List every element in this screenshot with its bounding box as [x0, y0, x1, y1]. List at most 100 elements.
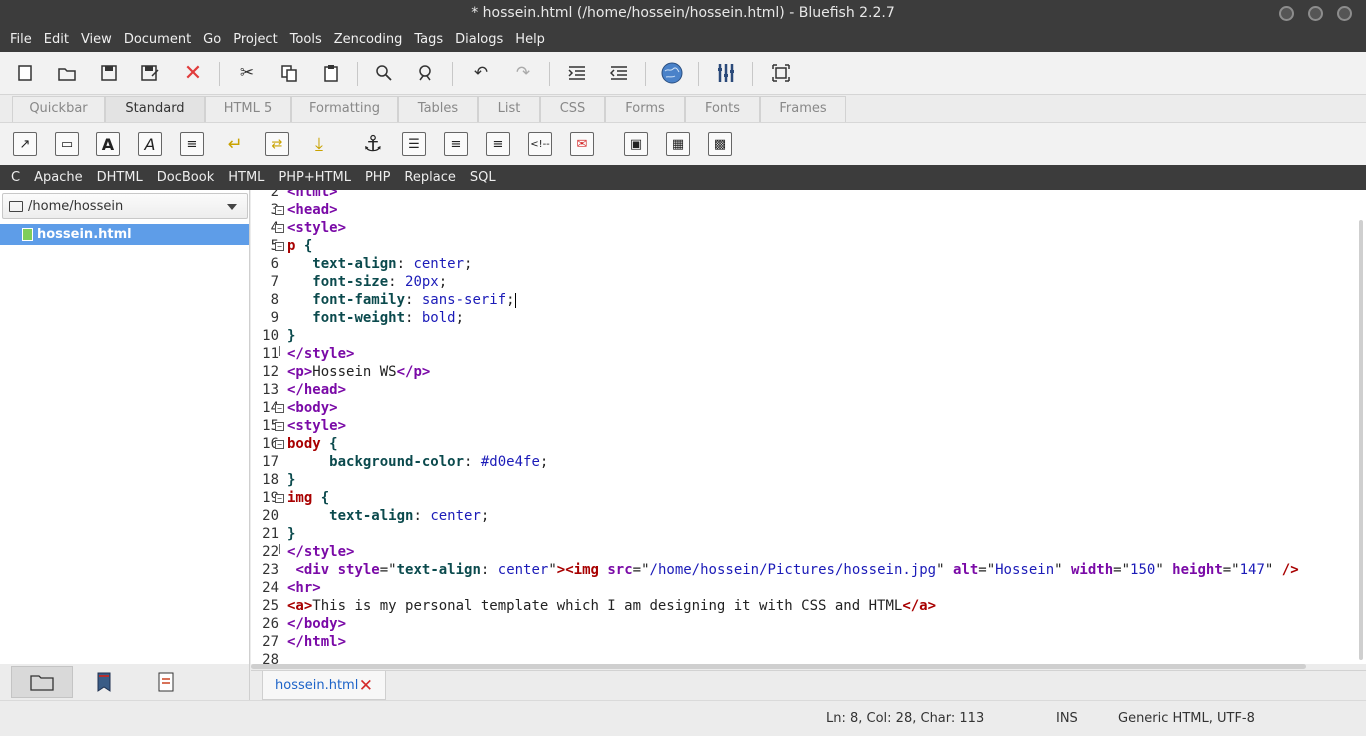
- menu-dialogs[interactable]: Dialogs: [449, 28, 509, 52]
- code-line[interactable]: <style>: [287, 220, 346, 236]
- maximize-button[interactable]: [1308, 6, 1323, 21]
- code-line[interactable]: </style>: [287, 346, 354, 362]
- preview-globe-icon[interactable]: [661, 62, 683, 84]
- menu-view[interactable]: View: [75, 28, 118, 52]
- copy-icon[interactable]: [278, 62, 300, 84]
- minimize-button[interactable]: [1279, 6, 1294, 21]
- document-tab[interactable]: hossein.html ✕: [262, 671, 386, 700]
- tab-standard[interactable]: Standard: [105, 96, 205, 122]
- menu-help[interactable]: Help: [509, 28, 551, 52]
- tab-forms[interactable]: Forms: [605, 96, 685, 122]
- fold-toggle-icon[interactable]: −: [275, 440, 284, 449]
- multi-thumbnail-icon[interactable]: ▩: [708, 132, 732, 156]
- save-icon[interactable]: [98, 62, 120, 84]
- redo-icon[interactable]: ↷: [512, 62, 534, 84]
- code-line[interactable]: <head>: [287, 202, 338, 218]
- break-clear-icon[interactable]: ⇄: [265, 132, 289, 156]
- code-line[interactable]: <hr>: [287, 580, 321, 596]
- snippet-sql[interactable]: SQL: [463, 165, 503, 190]
- unindent-icon[interactable]: [608, 62, 630, 84]
- menu-tags[interactable]: Tags: [408, 28, 449, 52]
- tab-tables[interactable]: Tables: [398, 96, 478, 122]
- menu-tools[interactable]: Tools: [284, 28, 328, 52]
- code-line[interactable]: </head>: [287, 382, 346, 398]
- tab-css[interactable]: CSS: [540, 96, 605, 122]
- non-breaking-space-icon[interactable]: ⤓: [307, 132, 331, 156]
- fold-toggle-icon[interactable]: −: [275, 422, 284, 431]
- menu-edit[interactable]: Edit: [38, 28, 75, 52]
- menu-project[interactable]: Project: [227, 28, 283, 52]
- tab-bookmarks[interactable]: [73, 666, 135, 698]
- comment-icon[interactable]: <!--: [528, 132, 552, 156]
- code-line[interactable]: text-align: center;: [287, 256, 472, 272]
- code-line[interactable]: img {: [287, 490, 329, 506]
- snippet-replace[interactable]: Replace: [397, 165, 462, 190]
- body-icon[interactable]: ▭: [55, 132, 79, 156]
- code-line[interactable]: }: [287, 328, 295, 344]
- tab-list[interactable]: List: [478, 96, 540, 122]
- directory-selector[interactable]: /home/hossein: [2, 193, 248, 219]
- code-line[interactable]: </style>: [287, 544, 354, 560]
- close-file-icon[interactable]: ✕: [182, 61, 204, 86]
- menu-zencoding[interactable]: Zencoding: [328, 28, 409, 52]
- code-line[interactable]: <a>This is my personal template which I …: [287, 598, 936, 614]
- tab-charmap[interactable]: [135, 666, 197, 698]
- search-icon[interactable]: [373, 62, 395, 84]
- code-editor[interactable]: 2<html>3−<head>4−<style>5−p {6 text-alig…: [251, 190, 1366, 664]
- code-line[interactable]: font-family: sans-serif;: [287, 292, 516, 308]
- code-line[interactable]: <p>Hossein WS</p>: [287, 364, 430, 380]
- right-justify-icon[interactable]: ≡: [486, 132, 510, 156]
- fold-toggle-icon[interactable]: −: [275, 404, 284, 413]
- code-line[interactable]: background-color: #d0e4fe;: [287, 454, 548, 470]
- indent-icon[interactable]: [566, 62, 588, 84]
- cut-icon[interactable]: ✂: [236, 62, 258, 84]
- code-line[interactable]: text-align: center;: [287, 508, 489, 524]
- tab-formatting[interactable]: Formatting: [291, 96, 398, 122]
- horizontal-scrollbar[interactable]: [251, 664, 1306, 669]
- snippet-dhtml[interactable]: DHTML: [90, 165, 150, 190]
- insert-thumbnail-icon[interactable]: ▦: [666, 132, 690, 156]
- code-line[interactable]: <body>: [287, 400, 338, 416]
- bold-icon[interactable]: A: [96, 132, 120, 156]
- menu-go[interactable]: Go: [197, 28, 227, 52]
- fold-toggle-icon[interactable]: −: [275, 242, 284, 251]
- tab-frames[interactable]: Frames: [760, 96, 846, 122]
- close-window-button[interactable]: [1337, 6, 1352, 21]
- undo-icon[interactable]: ↶: [470, 62, 492, 84]
- code-line[interactable]: </html>: [287, 634, 346, 650]
- code-line[interactable]: body {: [287, 436, 338, 452]
- snippet-php-html[interactable]: PHP+HTML: [271, 165, 358, 190]
- snippet-apache[interactable]: Apache: [27, 165, 90, 190]
- code-line[interactable]: font-weight: bold;: [287, 310, 464, 326]
- code-line[interactable]: p {: [287, 238, 312, 254]
- code-line[interactable]: <html>: [287, 190, 338, 200]
- code-line[interactable]: }: [287, 472, 295, 488]
- email-icon[interactable]: ✉: [570, 132, 594, 156]
- quickstart-icon[interactable]: ↗: [13, 132, 37, 156]
- center-icon[interactable]: ≡: [444, 132, 468, 156]
- fold-toggle-icon[interactable]: −: [275, 224, 284, 233]
- file-tree-item[interactable]: hossein.html: [0, 224, 249, 245]
- fold-toggle-icon[interactable]: −: [275, 494, 284, 503]
- advanced-search-icon[interactable]: [415, 62, 437, 84]
- code-line[interactable]: </body>: [287, 616, 346, 632]
- tab-fonts[interactable]: Fonts: [685, 96, 760, 122]
- snippet-c[interactable]: C: [4, 165, 27, 190]
- tab-quickbar[interactable]: Quickbar: [12, 96, 105, 122]
- code-line[interactable]: <div style="text-align: center"><img src…: [287, 562, 1298, 578]
- fold-toggle-icon[interactable]: −: [275, 206, 284, 215]
- code-line[interactable]: }: [287, 526, 295, 542]
- snippet-php[interactable]: PHP: [358, 165, 397, 190]
- vertical-scrollbar[interactable]: [1359, 220, 1363, 660]
- preferences-icon[interactable]: [715, 62, 737, 84]
- open-folder-icon[interactable]: [56, 62, 78, 84]
- italic-icon[interactable]: A: [138, 132, 162, 156]
- menu-document[interactable]: Document: [118, 28, 197, 52]
- menu-file[interactable]: File: [4, 28, 38, 52]
- close-icon[interactable]: ✕: [359, 676, 373, 696]
- fullscreen-icon[interactable]: [770, 62, 792, 84]
- break-icon[interactable]: ↵: [223, 132, 247, 156]
- code-line[interactable]: font-size: 20px;: [287, 274, 447, 290]
- new-file-icon[interactable]: [14, 62, 36, 84]
- tab-filebrowser[interactable]: [11, 666, 73, 698]
